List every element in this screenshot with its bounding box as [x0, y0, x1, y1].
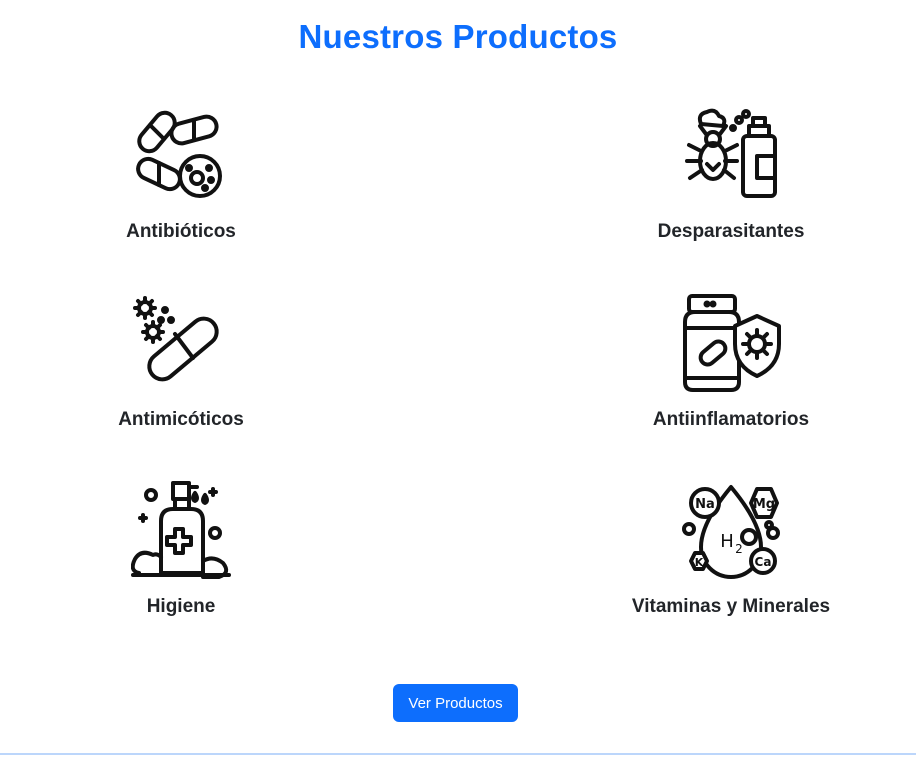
product-card-antiinflamatorios[interactable]: Antiinflamatorios	[611, 294, 851, 431]
svg-text:K: K	[695, 556, 704, 569]
product-card-desparasitantes[interactable]: Desparasitantes	[611, 106, 851, 243]
soap-dispenser-icon	[131, 481, 231, 579]
product-label: Vitaminas y Minerales	[631, 596, 831, 617]
tick-spray-icon	[685, 108, 777, 198]
pills-bacteria-icon	[136, 110, 222, 198]
view-products-button[interactable]: Ver Productos	[393, 684, 518, 722]
section-divider	[0, 753, 916, 755]
products-section: Nuestros Productos Antibióticos Desparas…	[0, 0, 916, 763]
product-card-antibioticos[interactable]: Antibióticos	[61, 106, 301, 243]
product-label: Antibióticos	[126, 221, 236, 242]
svg-text:Na: Na	[695, 497, 715, 512]
product-label: Antiinflamatorios	[652, 409, 810, 430]
capsule-fungus-icon	[133, 296, 219, 382]
product-card-higiene[interactable]: Higiene	[61, 481, 301, 618]
product-card-antimicoticos[interactable]: Antimicóticos	[61, 294, 301, 431]
svg-text:H: H	[720, 531, 734, 552]
product-label: Antimicóticos	[118, 409, 244, 430]
product-card-vitaminas-minerales[interactable]: Na Mg H 2 Ca K Vitaminas y Minerales	[611, 481, 851, 618]
svg-text:2: 2	[735, 542, 743, 556]
pill-bottle-shield-icon	[683, 294, 781, 392]
minerals-drop-icon: Na Mg H 2 Ca K	[682, 485, 780, 579]
section-title: Nuestros Productos	[298, 18, 618, 55]
svg-text:Ca: Ca	[755, 555, 772, 569]
product-label: Higiene	[146, 596, 216, 617]
product-label: Desparasitantes	[657, 221, 805, 242]
svg-text:Mg: Mg	[753, 497, 775, 512]
